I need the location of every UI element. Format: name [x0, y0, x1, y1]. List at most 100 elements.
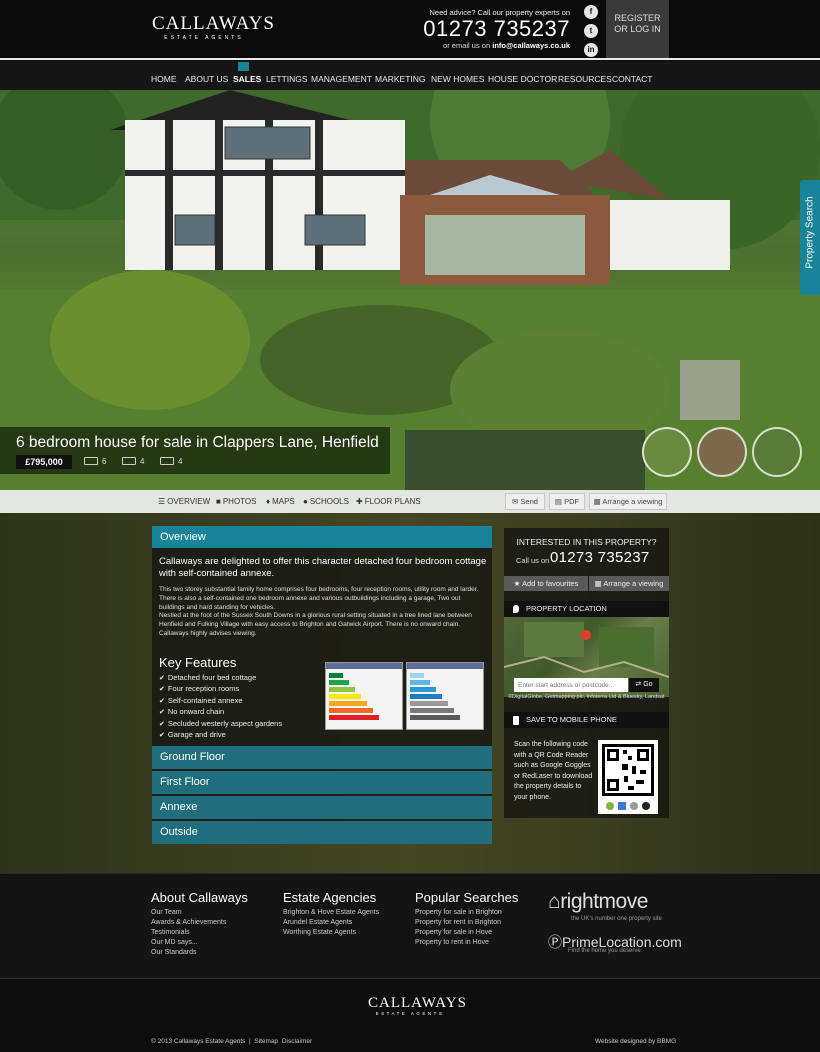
designed-by[interactable]: Website designed by BBMG — [595, 1038, 676, 1045]
arrange-viewing-button[interactable]: ▦ Arrange a viewing — [589, 576, 669, 591]
key-feature: Four reception rooms — [159, 684, 319, 695]
accordion-ground-floor[interactable]: Ground Floor — [152, 746, 492, 769]
copyright-text: © 2013 Callaways Estate Agents — [151, 1038, 246, 1045]
footer-link-sale-hove[interactable]: Property for sale in Hove — [415, 929, 492, 936]
accordion-first-floor[interactable]: First Floor — [152, 771, 492, 794]
footer-link-awards[interactable]: Awards & Achievements — [151, 919, 226, 926]
copyright: © 2013 Callaways Estate Agents | Sitemap… — [151, 1038, 313, 1045]
main-nav: HOME ABOUT US SALES LETTINGS MANAGEMENT … — [0, 62, 820, 90]
overview-paragraph-1: This two storey substantial family home … — [159, 586, 479, 611]
map-marker-icon: ♦ — [266, 497, 271, 506]
overview-lead: Callaways are delighted to offer this ch… — [159, 556, 487, 579]
nav-marketing[interactable]: MARKETING — [375, 74, 426, 84]
photo-thumbnail-3[interactable] — [752, 427, 802, 477]
energy-efficiency-chart[interactable] — [325, 662, 403, 730]
directions-input[interactable] — [514, 678, 628, 692]
tab-overview[interactable]: ☰ OVERVIEW — [158, 497, 210, 506]
nav-new-homes[interactable]: NEW HOMES — [431, 74, 484, 84]
nav-sales[interactable]: SALES — [233, 74, 261, 84]
overview-heading[interactable]: Overview — [152, 526, 492, 548]
tab-maps-label: MAPS — [272, 497, 295, 506]
rightmove-logo[interactable]: ⌂rightmove — [548, 890, 648, 914]
qr-code[interactable] — [598, 740, 658, 814]
footer-link-arundel[interactable]: Arundel Estate Agents — [283, 919, 352, 926]
disclaimer-link[interactable]: Disclaimer — [282, 1038, 312, 1045]
rating-band — [329, 715, 379, 720]
accordion-annexe[interactable]: Annexe — [152, 796, 492, 819]
logo-subtext: ESTATE AGENTS — [164, 35, 244, 41]
register-login-button[interactable]: REGISTER OR LOG IN — [606, 0, 669, 58]
add-to-favourites-button[interactable]: ★ Add to favourites — [504, 576, 588, 591]
tab-schools[interactable]: ● SCHOOLS — [303, 497, 349, 506]
footer-link-sale-brighton[interactable]: Property for sale in Brighton — [415, 909, 502, 916]
pdf-label: PDF — [564, 497, 580, 506]
document-icon: ▤ — [554, 497, 565, 506]
tab-photos[interactable]: ■ PHOTOS — [216, 497, 256, 506]
logo-text: CALLAWAYS — [152, 13, 275, 34]
footer-logo[interactable]: CALLAWAYS ESTATE AGENTS — [368, 995, 467, 1016]
key-feature: Self-contained annexe — [159, 696, 319, 707]
rightmove-tagline: the UK's number one property site — [571, 916, 662, 922]
send-button[interactable]: ✉ Send — [505, 493, 545, 510]
floor-plan-icon: ✚ — [356, 497, 363, 506]
about-callaways-heading: About Callaways — [151, 890, 248, 905]
go-label: Go — [643, 681, 653, 688]
receptions-stat: 4 — [160, 457, 182, 466]
email-prefix: or email us on — [443, 41, 491, 50]
top-bar: CALLAWAYS ESTATE AGENTS Need advice? Cal… — [0, 0, 820, 60]
save-mobile-heading: SAVE TO MOBILE PHONE — [504, 712, 669, 728]
qr-instructions: Scan the following code with a QR Code R… — [514, 741, 593, 801]
callaways-logo[interactable]: CALLAWAYS ESTATE AGENTS — [152, 13, 275, 46]
tab-overview-label: OVERVIEW — [167, 497, 211, 506]
bed-icon — [84, 457, 98, 465]
facebook-icon[interactable]: f — [584, 5, 598, 19]
footer-link-brighton-hove[interactable]: Brighton & Hove Estate Agents — [283, 909, 379, 916]
footer-link-rent-hove[interactable]: Property to rent in Hove — [415, 939, 489, 946]
tab-maps[interactable]: ♦ MAPS — [266, 497, 295, 506]
environmental-impact-chart[interactable] — [406, 662, 484, 730]
email-link[interactable]: info@callaways.co.uk — [492, 41, 570, 50]
rating-band — [329, 701, 367, 706]
footer — [0, 873, 820, 978]
nav-management[interactable]: MANAGEMENT — [311, 74, 372, 84]
tab-floor-plans[interactable]: ✚ FLOOR PLANS — [356, 497, 421, 506]
footer-link-rent-brighton[interactable]: Property for rent in Brighton — [415, 919, 501, 926]
sitemap-link[interactable]: Sitemap — [254, 1038, 278, 1045]
listing-tab-bar: ☰ OVERVIEW ■ PHOTOS ♦ MAPS ● SCHOOLS ✚ FLOOR … — [0, 490, 820, 513]
footer-link-worthing[interactable]: Worthing Estate Agents — [283, 929, 356, 936]
nav-home[interactable]: HOME — [151, 74, 177, 84]
footer-link-our-team[interactable]: Our Team — [151, 909, 182, 916]
nav-resources[interactable]: RESOURCES — [558, 74, 612, 84]
property-location-heading: PROPERTY LOCATION — [504, 601, 669, 617]
nav-house-doctor[interactable]: HOUSE DOCTOR — [488, 74, 557, 84]
linkedin-icon[interactable]: in — [584, 43, 598, 57]
nav-lettings[interactable]: LETTINGS — [266, 74, 308, 84]
mobile-phone-icon — [513, 716, 519, 725]
nav-contact[interactable]: CONTACT — [612, 74, 652, 84]
arrange-viewing-tab-button[interactable]: ▦ Arrange a viewing — [589, 493, 667, 510]
photo-thumbnail-1[interactable] — [642, 427, 692, 477]
twitter-icon[interactable]: t — [584, 24, 598, 38]
property-search-tab[interactable]: Property Search — [800, 180, 820, 295]
footer-link-md-says[interactable]: Our MD says... — [151, 939, 198, 946]
footer-link-standards[interactable]: Our Standards — [151, 949, 197, 956]
footer-link-testimonials[interactable]: Testimonials — [151, 929, 190, 936]
rating-band — [329, 708, 373, 713]
pdf-button[interactable]: ▤ PDF — [549, 493, 585, 510]
camera-icon: ■ — [216, 497, 221, 506]
nav-about-us[interactable]: ABOUT US — [185, 74, 228, 84]
key-features-title: Key Features — [159, 655, 237, 670]
header-phone[interactable]: 01273 735237 — [420, 17, 570, 41]
photo-thumbnail-2[interactable] — [697, 427, 747, 477]
accordion-outside[interactable]: Outside — [152, 821, 492, 844]
bath-icon — [122, 457, 136, 465]
primelocation-icon: Ⓟ — [548, 934, 562, 950]
tab-photos-label: PHOTOS — [222, 497, 257, 506]
sidebar-phone[interactable]: 01273 735237 — [550, 549, 650, 566]
interested-title: INTERESTED IN THIS PROPERTY? — [516, 537, 657, 547]
rating-band — [410, 687, 436, 692]
rating-band — [329, 687, 355, 692]
login-label: OR LOG IN — [614, 24, 661, 34]
footer-logo-text: CALLAWAYS — [368, 995, 467, 1011]
directions-go-button[interactable]: ⇄ Go — [629, 678, 659, 692]
